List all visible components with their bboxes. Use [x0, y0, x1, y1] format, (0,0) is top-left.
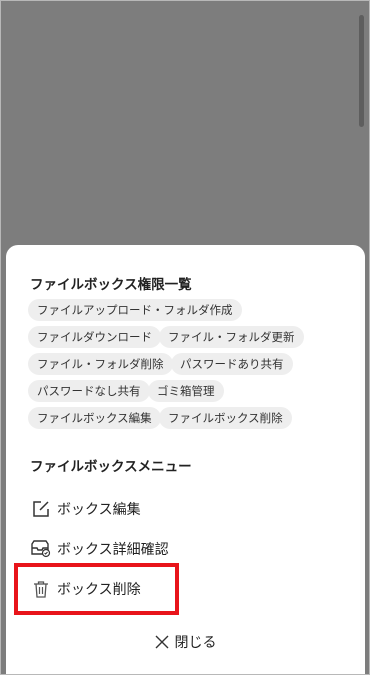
close-button[interactable]: 閉じる [6, 631, 365, 653]
box-detail-label: ボックス詳細確認 [57, 542, 169, 558]
permission-chip: ファイルボックス削除 [159, 407, 292, 429]
inbox-detail-icon [30, 538, 52, 560]
permission-chip: ファイルボックス編集 [28, 407, 161, 429]
edit-box-label: ボックス編集 [57, 502, 141, 518]
permission-chip: パスワードあり共有 [171, 353, 293, 375]
close-label: 閉じる [174, 635, 217, 651]
permission-chip: パスワードなし共有 [28, 380, 150, 402]
permission-chip: ゴミ箱管理 [148, 380, 224, 402]
bottom-sheet: ファイルボックス権限一覧 ファイルアップロード・フォルダ作成 ファイルダウンロー… [6, 245, 365, 674]
permissions-title: ファイルボックス権限一覧 [30, 277, 192, 293]
permission-chip: ファイルアップロード・フォルダ作成 [28, 299, 242, 321]
scrollbar[interactable] [359, 15, 364, 127]
menu-title: ファイルボックスメニュー [30, 459, 192, 475]
highlight-annotation-box [14, 563, 179, 615]
permission-chip: ファイル・フォルダ更新 [159, 326, 304, 348]
box-detail-menu-item[interactable]: ボックス詳細確認 [30, 536, 169, 562]
edit-icon [30, 498, 52, 520]
permission-chip: ファイルダウンロード [28, 326, 161, 348]
edit-box-menu-item[interactable]: ボックス編集 [30, 496, 141, 522]
close-icon [155, 635, 168, 649]
permission-chip: ファイル・フォルダ削除 [28, 353, 173, 375]
screen-frame: ファイルボックス権限一覧 ファイルアップロード・フォルダ作成 ファイルダウンロー… [0, 0, 370, 675]
